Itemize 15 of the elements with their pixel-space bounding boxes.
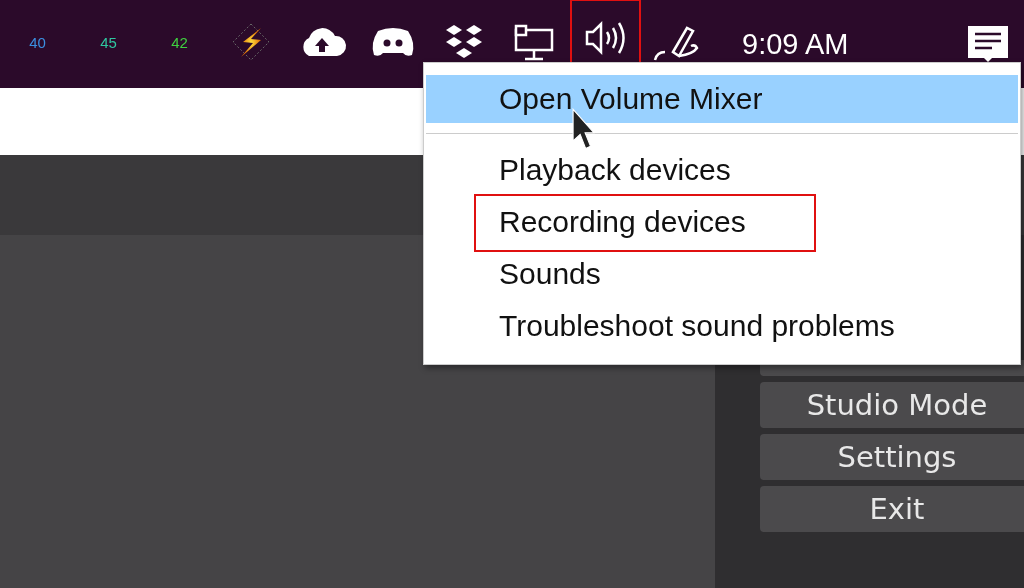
cursor-icon [572,108,596,152]
menu-item[interactable]: Open Volume Mixer [426,75,1018,123]
menu-item[interactable]: Troubleshoot sound problems [426,302,1018,350]
menu-item[interactable]: Playback devices [426,146,1018,194]
panel-button[interactable]: Settings [760,434,1024,480]
temperature-reading: 45 [100,33,117,51]
menu-item[interactable]: Sounds [426,250,1018,298]
temperature-reading: 40 [29,33,46,51]
clock-time[interactable]: 9:09 AM [742,27,849,61]
notification-icon[interactable] [966,24,1010,64]
panel-button[interactable]: Studio Mode [760,382,1024,428]
menu-item[interactable]: Recording devices [426,198,1018,246]
temperature-reading: 42 [171,33,188,51]
panel-button[interactable]: Exit [760,486,1024,532]
lightning-icon[interactable] [230,22,271,62]
